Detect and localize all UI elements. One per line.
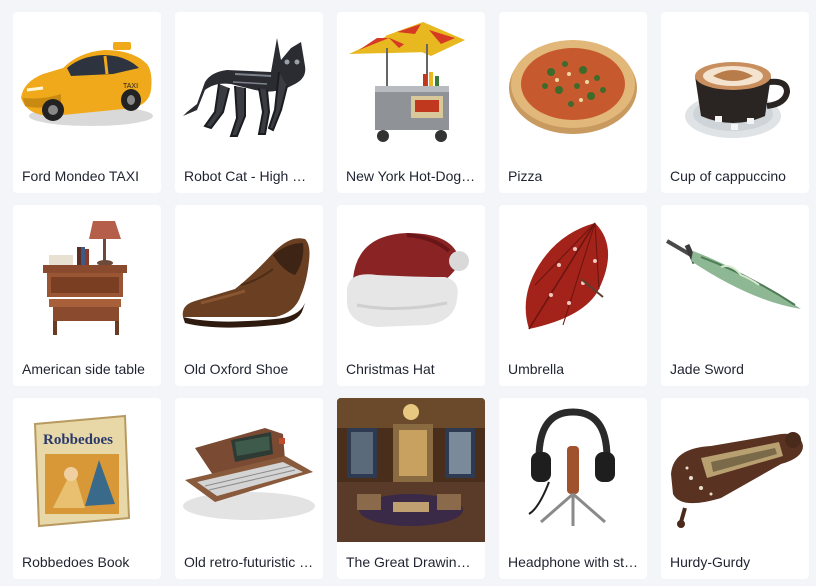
pizza-icon (499, 12, 647, 156)
hurdy-gurdy-icon (661, 398, 809, 542)
model-title: Old Oxford Shoe (184, 361, 289, 377)
model-title: Ford Mondeo TAXI (22, 168, 139, 184)
hotdog-stand-icon (337, 12, 485, 156)
book-cover-title: Robbedoes (43, 432, 113, 448)
model-card[interactable]: Robot Cat - High Poly (175, 12, 323, 193)
model-card[interactable]: Hurdy-Gurdy (661, 398, 809, 579)
side-table-icon (13, 205, 161, 349)
model-card[interactable]: American side table (13, 205, 161, 386)
umbrella-icon (499, 205, 647, 349)
model-card[interactable]: TAXI Ford Mondeo TAXI (13, 12, 161, 193)
model-title: Robbedoes Book (22, 554, 130, 570)
model-card[interactable]: Christmas Hat (337, 205, 485, 386)
model-card[interactable]: Robbedoes Robbedoes Book (13, 398, 161, 579)
model-card[interactable]: Pizza (499, 12, 647, 193)
model-card[interactable]: Headphone with stand (499, 398, 647, 579)
model-title: Headphone with stand (508, 554, 639, 570)
retro-computer-icon (175, 398, 323, 542)
oxford-shoe-icon (175, 205, 323, 349)
drawing-room-icon (337, 398, 485, 542)
model-card[interactable]: The Great Drawing Room (337, 398, 485, 579)
headphone-stand-icon (499, 398, 647, 542)
taxi-car-icon: TAXI (13, 12, 161, 156)
robot-cat-icon (175, 12, 323, 156)
model-title: Pizza (508, 168, 543, 184)
christmas-hat-icon (337, 205, 485, 349)
model-title: Umbrella (508, 361, 565, 377)
model-title: Christmas Hat (346, 361, 435, 377)
model-card[interactable]: New York Hot-Dog Stand (337, 12, 485, 193)
model-card[interactable]: Cup of cappuccino (661, 12, 809, 193)
model-title: Jade Sword (670, 361, 744, 377)
model-card[interactable]: Jade Sword (661, 205, 809, 386)
svg-text:TAXI: TAXI (123, 83, 138, 90)
model-title: Cup of cappuccino (670, 168, 786, 184)
comic-book-icon: Robbedoes (13, 398, 161, 542)
model-title: American side table (22, 361, 145, 377)
model-title: Hurdy-Gurdy (670, 554, 751, 570)
model-card[interactable]: Old retro-futuristic computer (175, 398, 323, 579)
jade-sword-icon (661, 205, 809, 349)
model-grid: TAXI Ford Mondeo TAXI Robot Cat - High P… (13, 12, 809, 579)
model-title: Old retro-futuristic computer (184, 554, 315, 570)
model-card[interactable]: Old Oxford Shoe (175, 205, 323, 386)
model-title: New York Hot-Dog Stand (346, 168, 477, 184)
model-title: The Great Drawing Room (346, 554, 477, 570)
model-card[interactable]: Umbrella (499, 205, 647, 386)
cappuccino-icon (661, 12, 809, 156)
model-title: Robot Cat - High Poly (184, 168, 315, 184)
